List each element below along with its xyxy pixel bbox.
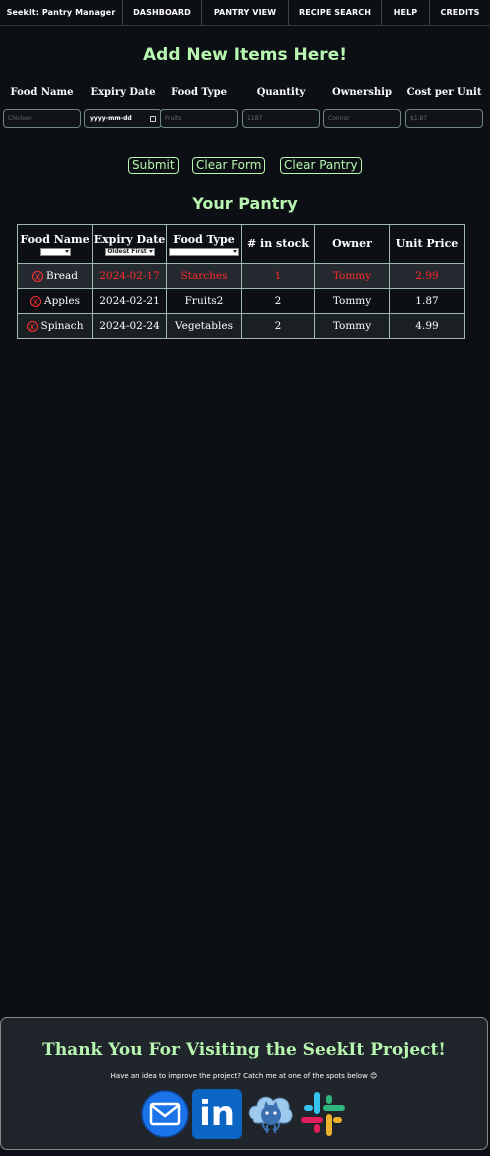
col-in-stock: # in stock bbox=[241, 224, 315, 264]
food-name-input[interactable] bbox=[3, 109, 81, 128]
footer-title: Thank You For Visiting the SeekIt Projec… bbox=[42, 1040, 446, 1060]
pantry-table: Food Name Expiry Date Oldest First Food … bbox=[17, 224, 465, 339]
quantity-label: Quantity bbox=[256, 87, 306, 98]
expiry-sort-value: Oldest First bbox=[107, 248, 147, 255]
food-name-cell: X Apples bbox=[17, 288, 93, 314]
footer-subtitle: Have an idea to improve the project? Cat… bbox=[110, 1072, 378, 1080]
price-cell: 1.87 bbox=[389, 288, 465, 314]
table-header-row: Food Name Expiry Date Oldest First Food … bbox=[17, 224, 465, 264]
nav-recipe-search[interactable]: RECIPE SEARCH bbox=[289, 0, 382, 25]
owner-cell: Tommy bbox=[314, 288, 390, 314]
add-items-heading: Add New Items Here! bbox=[143, 45, 347, 65]
col-food-name-label: Food Name bbox=[20, 232, 90, 246]
clear-form-button[interactable]: Clear Form bbox=[192, 157, 266, 174]
clear-pantry-button[interactable]: Clear Pantry bbox=[280, 157, 362, 174]
expiry-cell: 2024-02-17 bbox=[92, 263, 167, 289]
col-owner-label: Owner bbox=[332, 237, 372, 250]
food-type-cell: Starches bbox=[166, 263, 242, 289]
food-name-label: Food Name bbox=[10, 87, 74, 98]
food-name-cell: X Spinach bbox=[17, 313, 93, 339]
owner-cell: Tommy bbox=[314, 263, 390, 289]
slack-icon[interactable] bbox=[298, 1089, 348, 1139]
food-type-filter-select[interactable] bbox=[169, 247, 239, 256]
cost-input[interactable] bbox=[405, 109, 483, 128]
expiry-date-value: yyyy-mm-dd bbox=[90, 115, 132, 122]
expiry-date-input[interactable]: yyyy-mm-dd bbox=[84, 109, 162, 128]
remove-item-icon[interactable]: X bbox=[30, 295, 41, 307]
col-food-type: Food Type bbox=[166, 224, 242, 264]
col-unit-price: Unit Price bbox=[389, 224, 465, 264]
linkedin-icon[interactable]: in bbox=[192, 1089, 242, 1139]
github-icon[interactable] bbox=[245, 1089, 295, 1139]
food-type-field-group: Food Type bbox=[160, 86, 238, 128]
expiry-date-label: Expiry Date bbox=[90, 87, 156, 98]
expiry-cell: 2024-02-24 bbox=[92, 313, 167, 339]
price-cell: 4.99 bbox=[389, 313, 465, 339]
food-name-text: Apples bbox=[44, 295, 80, 307]
owner-cell: Tommy bbox=[314, 313, 390, 339]
stock-cell: 1 bbox=[241, 263, 315, 289]
table-row: X Apples 2024-02-21 Fruits2 2 Tommy 1.87 bbox=[17, 288, 465, 314]
nav-brand[interactable]: Seekit: Pantry Manager bbox=[0, 0, 123, 25]
quantity-field-group: Quantity bbox=[242, 86, 320, 128]
calendar-icon[interactable] bbox=[150, 115, 156, 122]
col-food-name: Food Name bbox=[17, 224, 93, 264]
pantry-heading: Your Pantry bbox=[192, 194, 298, 213]
stock-cell: 2 bbox=[241, 288, 315, 314]
col-food-type-label: Food Type bbox=[173, 232, 235, 246]
food-name-text: Spinach bbox=[40, 320, 84, 332]
cost-field-group: Cost per Unit bbox=[405, 86, 483, 128]
nav-pantry-view[interactable]: PANTRY VIEW bbox=[202, 0, 289, 25]
top-nav: Seekit: Pantry Manager DASHBOARD PANTRY … bbox=[0, 0, 490, 26]
linkedin-glyph: in bbox=[199, 1094, 235, 1134]
ownership-field-group: Ownership bbox=[323, 86, 401, 128]
expiry-sort-select[interactable]: Oldest First bbox=[104, 247, 155, 256]
food-type-cell: Fruits2 bbox=[166, 288, 242, 314]
price-cell: 2.99 bbox=[389, 263, 465, 289]
remove-item-icon[interactable]: X bbox=[32, 270, 44, 282]
remove-item-icon[interactable]: X bbox=[26, 320, 38, 332]
footer: Thank You For Visiting the SeekIt Projec… bbox=[0, 1017, 488, 1150]
chevron-down-icon bbox=[148, 250, 153, 253]
col-in-stock-label: # in stock bbox=[247, 237, 309, 250]
food-name-filter-select[interactable] bbox=[39, 247, 71, 256]
stock-cell: 2 bbox=[241, 313, 315, 339]
food-name-text: Bread bbox=[46, 270, 78, 282]
food-name-cell: X Bread bbox=[17, 263, 93, 289]
food-type-label: Food Type bbox=[171, 87, 227, 98]
ownership-input[interactable] bbox=[323, 109, 401, 128]
nav-credits[interactable]: CREDITS bbox=[430, 0, 490, 25]
submit-button[interactable]: Submit bbox=[128, 157, 179, 174]
quantity-input[interactable] bbox=[242, 109, 320, 128]
col-owner: Owner bbox=[314, 224, 390, 264]
col-expiry-date: Expiry Date Oldest First bbox=[92, 224, 167, 264]
food-type-cell: Vegetables bbox=[166, 313, 242, 339]
nav-dashboard[interactable]: DASHBOARD bbox=[123, 0, 202, 25]
col-expiry-date-label: Expiry Date bbox=[93, 232, 166, 246]
table-row: X Spinach 2024-02-24 Vegetables 2 Tommy 4… bbox=[17, 313, 465, 339]
expiry-date-field-group: Expiry Date yyyy-mm-dd bbox=[84, 86, 162, 128]
nav-help[interactable]: HELP bbox=[382, 0, 430, 25]
expiry-cell: 2024-02-21 bbox=[92, 288, 167, 314]
ownership-label: Ownership bbox=[332, 87, 392, 98]
cost-label: Cost per Unit bbox=[406, 87, 482, 98]
table-row: X Bread 2024-02-17 Starches 1 Tommy 2.99 bbox=[17, 263, 465, 289]
mail-icon[interactable] bbox=[140, 1089, 190, 1139]
food-name-field-group: Food Name bbox=[3, 86, 81, 128]
chevron-down-icon bbox=[233, 250, 237, 253]
chevron-down-icon bbox=[64, 250, 69, 253]
food-type-input[interactable] bbox=[160, 109, 238, 128]
form-actions: Submit Clear Form Clear Pantry bbox=[0, 157, 490, 177]
col-unit-price-label: Unit Price bbox=[395, 237, 459, 250]
add-item-form: Food Name Expiry Date yyyy-mm-dd Food Ty… bbox=[0, 86, 490, 130]
